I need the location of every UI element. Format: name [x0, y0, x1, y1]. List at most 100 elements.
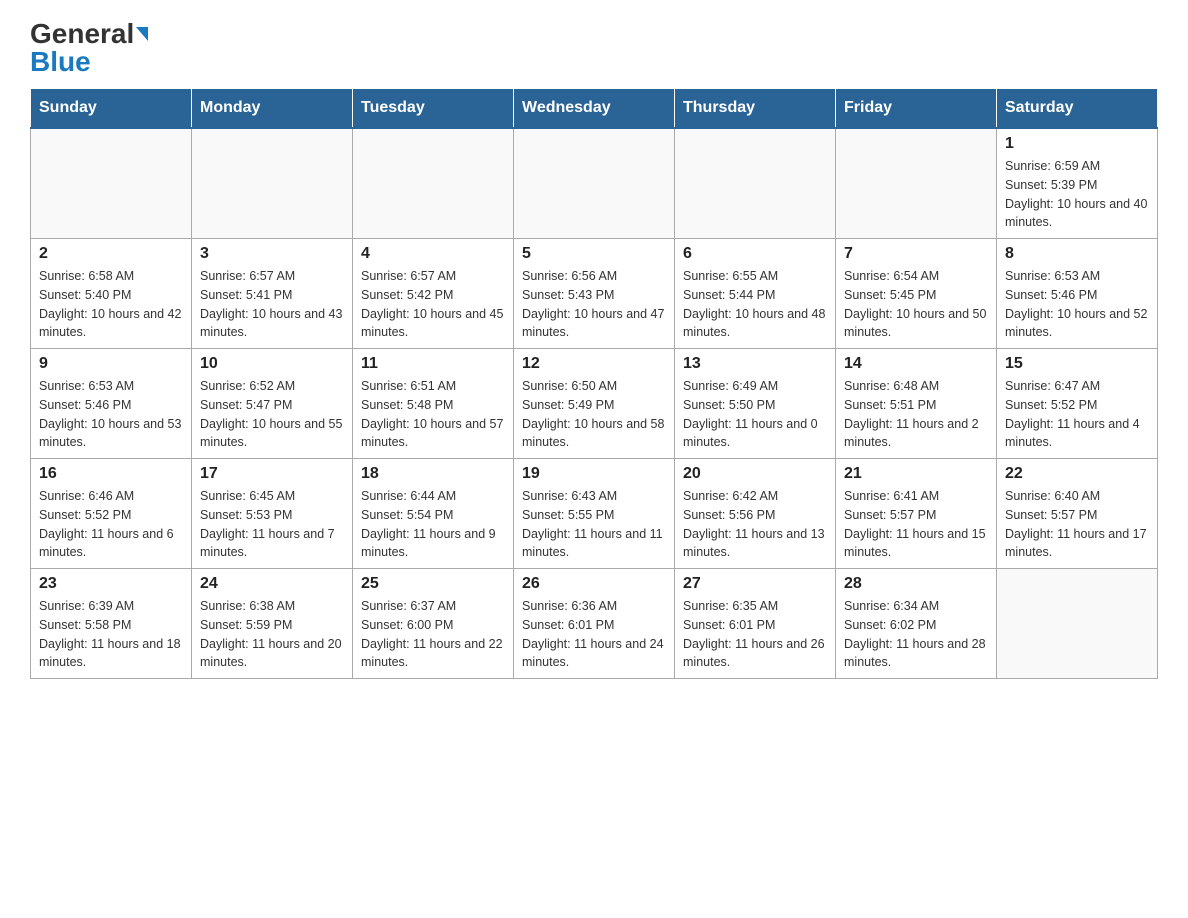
day-number: 17 [200, 465, 344, 483]
weekday-header-friday: Friday [836, 89, 997, 129]
day-info: Sunrise: 6:39 AMSunset: 5:58 PMDaylight:… [39, 597, 183, 672]
day-info: Sunrise: 6:53 AMSunset: 5:46 PMDaylight:… [39, 377, 183, 452]
weekday-header-saturday: Saturday [997, 89, 1158, 129]
day-number: 15 [1005, 355, 1149, 373]
calendar-cell: 9 Sunrise: 6:53 AMSunset: 5:46 PMDaylight… [31, 349, 192, 459]
day-info: Sunrise: 6:55 AMSunset: 5:44 PMDaylight:… [683, 267, 827, 342]
calendar-cell: 24 Sunrise: 6:38 AMSunset: 5:59 PMDayligh… [192, 569, 353, 679]
day-info: Sunrise: 6:45 AMSunset: 5:53 PMDaylight:… [200, 487, 344, 562]
calendar-cell: 25Sunrise: 6:37 AMSunset: 6:00 PMDayligh… [353, 569, 514, 679]
weekday-header-wednesday: Wednesday [514, 89, 675, 129]
calendar-cell: 21 Sunrise: 6:41 AMSunset: 5:57 PMDayligh… [836, 459, 997, 569]
day-number: 4 [361, 245, 505, 263]
day-number: 10 [200, 355, 344, 373]
day-number: 13 [683, 355, 827, 373]
calendar-cell: 27Sunrise: 6:35 AMSunset: 6:01 PMDayligh… [675, 569, 836, 679]
calendar-cell: 2Sunrise: 6:58 AMSunset: 5:40 PMDaylight… [31, 239, 192, 349]
day-info: Sunrise: 6:52 AMSunset: 5:47 PMDaylight:… [200, 377, 344, 452]
day-number: 21 [844, 465, 988, 483]
day-info: Sunrise: 6:48 AMSunset: 5:51 PMDaylight:… [844, 377, 988, 452]
calendar-cell: 1Sunrise: 6:59 AMSunset: 5:39 PMDaylight… [997, 128, 1158, 239]
day-info: Sunrise: 6:51 AMSunset: 5:48 PMDaylight:… [361, 377, 505, 452]
day-number: 8 [1005, 245, 1149, 263]
day-info: Sunrise: 6:41 AMSunset: 5:57 PMDaylight:… [844, 487, 988, 562]
weekday-header-tuesday: Tuesday [353, 89, 514, 129]
calendar-cell [675, 128, 836, 239]
day-info: Sunrise: 6:40 AMSunset: 5:57 PMDaylight:… [1005, 487, 1149, 562]
day-info: Sunrise: 6:47 AMSunset: 5:52 PMDaylight:… [1005, 377, 1149, 452]
day-info: Sunrise: 6:38 AMSunset: 5:59 PMDaylight:… [200, 597, 344, 672]
day-number: 25 [361, 575, 505, 593]
day-info: Sunrise: 6:35 AMSunset: 6:01 PMDaylight:… [683, 597, 827, 672]
calendar-week-4: 16 Sunrise: 6:46 AMSunset: 5:52 PMDayligh… [31, 459, 1158, 569]
calendar-week-2: 2Sunrise: 6:58 AMSunset: 5:40 PMDaylight… [31, 239, 1158, 349]
day-info: Sunrise: 6:59 AMSunset: 5:39 PMDaylight:… [1005, 157, 1149, 232]
calendar-cell: 26 Sunrise: 6:36 AMSunset: 6:01 PMDayligh… [514, 569, 675, 679]
calendar-cell: 7 Sunrise: 6:54 AMSunset: 5:45 PMDaylight… [836, 239, 997, 349]
calendar-cell [514, 128, 675, 239]
day-info: Sunrise: 6:46 AMSunset: 5:52 PMDaylight:… [39, 487, 183, 562]
day-info: Sunrise: 6:42 AMSunset: 5:56 PMDaylight:… [683, 487, 827, 562]
weekday-header-sunday: Sunday [31, 89, 192, 129]
calendar-week-5: 23 Sunrise: 6:39 AMSunset: 5:58 PMDayligh… [31, 569, 1158, 679]
calendar-cell: 28Sunrise: 6:34 AMSunset: 6:02 PMDayligh… [836, 569, 997, 679]
logo: General Blue [30, 20, 148, 78]
calendar-cell: 20 Sunrise: 6:42 AMSunset: 5:56 PMDayligh… [675, 459, 836, 569]
calendar-cell: 3Sunrise: 6:57 AMSunset: 5:41 PMDaylight… [192, 239, 353, 349]
calendar-cell: 5 Sunrise: 6:56 AMSunset: 5:43 PMDaylight… [514, 239, 675, 349]
calendar-cell: 19 Sunrise: 6:43 AMSunset: 5:55 PMDayligh… [514, 459, 675, 569]
day-number: 11 [361, 355, 505, 373]
day-number: 24 [200, 575, 344, 593]
day-number: 26 [522, 575, 666, 593]
calendar-cell [353, 128, 514, 239]
calendar-cell: 22 Sunrise: 6:40 AMSunset: 5:57 PMDayligh… [997, 459, 1158, 569]
calendar-cell: 4 Sunrise: 6:57 AMSunset: 5:42 PMDaylight… [353, 239, 514, 349]
calendar-cell [836, 128, 997, 239]
day-number: 2 [39, 245, 183, 263]
calendar-cell: 6 Sunrise: 6:55 AMSunset: 5:44 PMDaylight… [675, 239, 836, 349]
day-number: 16 [39, 465, 183, 483]
day-number: 23 [39, 575, 183, 593]
calendar-cell: 16 Sunrise: 6:46 AMSunset: 5:52 PMDayligh… [31, 459, 192, 569]
day-number: 20 [683, 465, 827, 483]
day-info: Sunrise: 6:36 AMSunset: 6:01 PMDaylight:… [522, 597, 666, 672]
day-info: Sunrise: 6:44 AMSunset: 5:54 PMDaylight:… [361, 487, 505, 562]
calendar-cell: 12 Sunrise: 6:50 AMSunset: 5:49 PMDayligh… [514, 349, 675, 459]
calendar-cell: 23 Sunrise: 6:39 AMSunset: 5:58 PMDayligh… [31, 569, 192, 679]
day-number: 18 [361, 465, 505, 483]
weekday-header-thursday: Thursday [675, 89, 836, 129]
calendar-table: SundayMondayTuesdayWednesdayThursdayFrid… [30, 88, 1158, 679]
day-number: 12 [522, 355, 666, 373]
day-number: 6 [683, 245, 827, 263]
calendar-cell [997, 569, 1158, 679]
calendar-cell: 15 Sunrise: 6:47 AMSunset: 5:52 PMDayligh… [997, 349, 1158, 459]
calendar-cell: 17 Sunrise: 6:45 AMSunset: 5:53 PMDayligh… [192, 459, 353, 569]
calendar-cell: 13 Sunrise: 6:49 AMSunset: 5:50 PMDayligh… [675, 349, 836, 459]
day-info: Sunrise: 6:57 AMSunset: 5:41 PMDaylight:… [200, 267, 344, 342]
page-header: General Blue [30, 20, 1158, 78]
day-number: 28 [844, 575, 988, 593]
logo-blue-text: Blue [30, 46, 91, 78]
day-number: 14 [844, 355, 988, 373]
day-number: 19 [522, 465, 666, 483]
weekday-header-monday: Monday [192, 89, 353, 129]
calendar-cell: 14 Sunrise: 6:48 AMSunset: 5:51 PMDayligh… [836, 349, 997, 459]
calendar-cell: 18 Sunrise: 6:44 AMSunset: 5:54 PMDayligh… [353, 459, 514, 569]
day-number: 7 [844, 245, 988, 263]
calendar-week-3: 9 Sunrise: 6:53 AMSunset: 5:46 PMDaylight… [31, 349, 1158, 459]
logo-general-text: General [30, 20, 134, 48]
logo-arrow-icon [136, 27, 148, 41]
day-number: 9 [39, 355, 183, 373]
day-number: 5 [522, 245, 666, 263]
calendar-header-row: SundayMondayTuesdayWednesdayThursdayFrid… [31, 89, 1158, 129]
calendar-week-1: 1Sunrise: 6:59 AMSunset: 5:39 PMDaylight… [31, 128, 1158, 239]
calendar-cell: 11 Sunrise: 6:51 AMSunset: 5:48 PMDayligh… [353, 349, 514, 459]
day-info: Sunrise: 6:50 AMSunset: 5:49 PMDaylight:… [522, 377, 666, 452]
day-info: Sunrise: 6:49 AMSunset: 5:50 PMDaylight:… [683, 377, 827, 452]
day-info: Sunrise: 6:54 AMSunset: 5:45 PMDaylight:… [844, 267, 988, 342]
day-info: Sunrise: 6:56 AMSunset: 5:43 PMDaylight:… [522, 267, 666, 342]
day-number: 22 [1005, 465, 1149, 483]
day-info: Sunrise: 6:57 AMSunset: 5:42 PMDaylight:… [361, 267, 505, 342]
day-info: Sunrise: 6:43 AMSunset: 5:55 PMDaylight:… [522, 487, 666, 562]
calendar-cell: 10 Sunrise: 6:52 AMSunset: 5:47 PMDayligh… [192, 349, 353, 459]
